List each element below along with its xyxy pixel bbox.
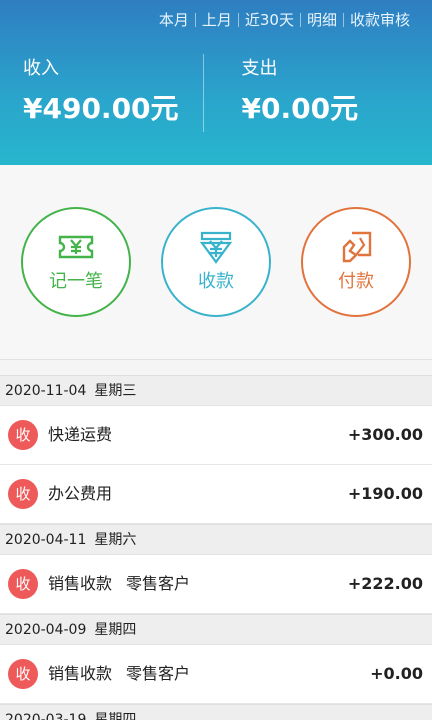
summary-row: 收入 ¥490.00元 支出 ¥0.00元 [0, 52, 432, 142]
transaction-title: 快递运费 [48, 406, 112, 464]
transaction-row[interactable]: 收 办公费用 +190.00 [0, 465, 432, 524]
income-badge: 收 [8, 569, 38, 599]
transaction-amount: +300.00 [347, 425, 423, 444]
summary-divider [203, 54, 204, 132]
transaction-category: 销售收款 [48, 574, 113, 593]
filter-last-30-days[interactable]: 近30天 [239, 9, 300, 31]
hand-card-icon [342, 231, 372, 263]
date-text: 2020-03-19 [5, 712, 87, 720]
filter-receipt-review[interactable]: 收款审核 [344, 9, 416, 31]
income-summary: 收入 ¥490.00元 [0, 52, 214, 142]
date-text: 2020-11-04 [5, 383, 87, 399]
transaction-amount: +222.00 [347, 574, 423, 593]
record-entry-button[interactable]: 记一笔 [21, 207, 131, 317]
income-badge: 收 [8, 479, 38, 509]
weekday-text: 星期四 [94, 712, 137, 720]
record-entry-label: 记一笔 [49, 271, 103, 292]
date-header: 2020-03-19 星期四 [0, 704, 432, 720]
expense-label: 支出 [241, 58, 278, 79]
income-value: ¥490.00元 [23, 92, 179, 125]
transaction-row[interactable]: 收 销售收款 零售客户 +0.00 [0, 645, 432, 704]
header-panel: 本月 上月 近30天 明细 收款审核 收入 ¥490.00元 支出 ¥0.00元 [0, 0, 432, 165]
weekday-text: 星期四 [94, 622, 137, 638]
date-header: 2020-04-09 星期四 [0, 614, 432, 645]
date-header: 2020-11-04 星期三 [0, 375, 432, 406]
ticket-yuan-icon [58, 235, 94, 259]
date-text: 2020-04-09 [5, 622, 87, 638]
expense-value: ¥0.00元 [241, 92, 359, 125]
receive-payment-label: 收款 [198, 271, 234, 292]
quick-actions: 记一笔 收款 付款 [0, 165, 432, 360]
transaction-category: 快递运费 [48, 425, 113, 444]
income-badge: 收 [8, 659, 38, 689]
date-header: 2020-04-11 星期六 [0, 524, 432, 555]
transaction-category: 销售收款 [48, 664, 113, 683]
filter-last-month[interactable]: 上月 [196, 9, 238, 31]
income-label: 收入 [23, 58, 59, 79]
yuan-download-icon [199, 231, 233, 264]
income-badge: 收 [8, 420, 38, 450]
transaction-amount: +190.00 [347, 484, 423, 503]
transaction-row[interactable]: 收 快递运费 +300.00 [0, 406, 432, 465]
transaction-customer: 零售客户 [126, 574, 191, 593]
period-filter-bar: 本月 上月 近30天 明细 收款审核 [153, 9, 416, 31]
transaction-title: 办公费用 [48, 465, 112, 523]
transaction-title: 销售收款 零售客户 [48, 555, 190, 613]
transaction-row[interactable]: 收 销售收款 零售客户 +222.00 [0, 555, 432, 614]
filter-this-month[interactable]: 本月 [153, 9, 195, 31]
weekday-text: 星期三 [94, 383, 137, 399]
date-text: 2020-04-11 [5, 532, 87, 548]
transaction-amount: +0.00 [370, 664, 423, 683]
make-payment-label: 付款 [338, 271, 374, 292]
receive-payment-button[interactable]: 收款 [161, 207, 271, 317]
transaction-title: 销售收款 零售客户 [48, 645, 190, 703]
make-payment-button[interactable]: 付款 [301, 207, 411, 317]
weekday-text: 星期六 [94, 532, 137, 548]
transaction-customer: 零售客户 [126, 664, 191, 683]
filter-details[interactable]: 明细 [301, 9, 343, 31]
transaction-category: 办公费用 [48, 484, 113, 503]
transaction-list: 2020-11-04 星期三 收 快递运费 +300.00 收 办公费用 +190… [0, 375, 432, 720]
expense-summary: 支出 ¥0.00元 [214, 52, 432, 142]
